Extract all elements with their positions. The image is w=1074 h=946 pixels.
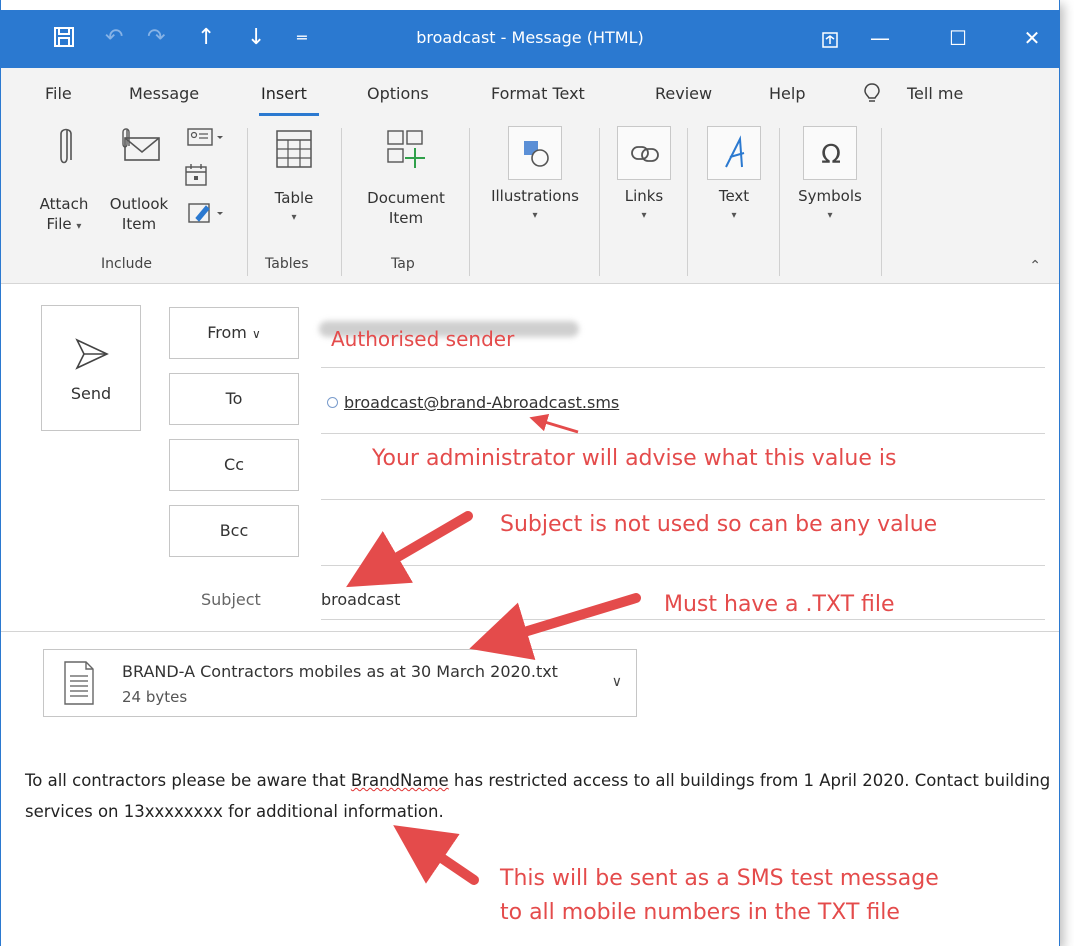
tab-message[interactable]: Message: [129, 84, 199, 103]
bcc-button[interactable]: Bcc: [169, 505, 299, 557]
minimize-icon[interactable]: —: [857, 20, 903, 56]
tell-me-search[interactable]: Tell me: [907, 84, 963, 103]
text-file-icon: [64, 661, 94, 705]
close-icon[interactable]: ✕: [1009, 20, 1055, 56]
cc-button[interactable]: Cc: [169, 439, 299, 491]
svg-text:Ω: Ω: [821, 140, 841, 170]
shapes-icon: [524, 141, 549, 167]
illustrations-label: Illustrations: [491, 187, 579, 205]
tab-options[interactable]: Options: [367, 84, 429, 103]
send-icon: [75, 338, 109, 370]
from-field-line: [321, 367, 1045, 368]
lightbulb-icon[interactable]: [863, 82, 881, 109]
table-label: Table: [274, 189, 314, 207]
group-separator: [247, 128, 248, 276]
text-label: Text: [718, 187, 750, 205]
calendar-button[interactable]: [181, 162, 211, 188]
attachment-name: BRAND-A Contractors mobiles as at 30 Mar…: [122, 662, 558, 681]
group-separator: [599, 128, 600, 276]
attachment-divider: [1, 631, 1059, 632]
bcc-field-line: [321, 565, 1045, 566]
attachment-size: 24 bytes: [122, 688, 188, 706]
body-brand-name: BrandName: [350, 771, 449, 790]
links-icon-box[interactable]: [617, 126, 671, 180]
outlook-item-label-2: Item: [121, 215, 157, 233]
outlook-item-button[interactable]: Outlook Item: [97, 124, 181, 234]
subject-input[interactable]: broadcast: [321, 590, 400, 609]
tab-file[interactable]: File: [45, 84, 72, 103]
ribbon-tabs: File Message Insert Options Format Text …: [1, 68, 1059, 116]
group-separator: [341, 128, 342, 276]
document-item-label-1: Document: [367, 189, 445, 207]
links-label: Links: [624, 187, 664, 205]
attach-file-button[interactable]: Attach File ▾: [31, 124, 97, 237]
table-button[interactable]: Table ▾: [261, 128, 327, 228]
omega-icon: Ω: [821, 140, 841, 170]
annotation-body-note-2: to all mobile numbers in the TXT file: [500, 900, 900, 925]
from-button[interactable]: From ∨: [169, 307, 299, 359]
tab-help[interactable]: Help: [769, 84, 805, 103]
annotation-subject-note: Subject is not used so can be any value: [500, 512, 938, 537]
group-separator: [881, 128, 882, 276]
tab-format-text[interactable]: Format Text: [491, 84, 585, 103]
to-recipient[interactable]: broadcast@brand-Abroadcast.sms: [327, 393, 619, 412]
business-card-button[interactable]: [181, 126, 231, 148]
envelope-attach-icon: [122, 128, 160, 161]
group-separator: [687, 128, 688, 276]
document-item-button[interactable]: Document Item: [353, 128, 459, 228]
text-icon-box[interactable]: [707, 126, 761, 180]
from-value: Authorised sender: [331, 327, 515, 351]
from-label: From: [207, 323, 247, 342]
calendar-icon: [185, 164, 207, 186]
group-label-tap: Tap: [391, 256, 415, 272]
message-body[interactable]: To all contractors please be aware that …: [25, 765, 1055, 827]
document-item-label-2: Item: [388, 209, 424, 227]
illustrations-icon-box[interactable]: [508, 126, 562, 180]
title-bar: ↶ ↷ ↑ ↓ ═ broadcast - Message (HTML) — ☐…: [1, 10, 1059, 68]
group-separator: [779, 128, 780, 276]
collapse-ribbon-icon[interactable]: ⌃: [1029, 258, 1041, 274]
link-icon: [631, 146, 659, 162]
annotation-body-note-1: This will be sent as a SMS test message: [500, 866, 939, 891]
send-button[interactable]: Send: [41, 305, 141, 431]
symbols-icon-box[interactable]: Ω: [803, 126, 857, 180]
to-button[interactable]: To: [169, 373, 299, 425]
to-address: broadcast@brand-Abroadcast.sms: [344, 393, 620, 412]
subject-label: Subject: [201, 590, 261, 609]
send-label: Send: [70, 384, 112, 403]
illustrations-button[interactable]: Illustrations ▾: [479, 186, 591, 226]
attachment-menu-chevron-icon[interactable]: ∨: [612, 674, 622, 690]
outlook-item-label-1: Outlook: [109, 195, 169, 213]
cc-field-line: [321, 499, 1045, 500]
chevron-down-icon: ∨: [251, 327, 261, 341]
compose-area: Send From ∨ Authorised sender To broadca…: [1, 285, 1059, 946]
signature-icon: [188, 203, 223, 223]
paperclip-icon: [60, 128, 72, 164]
attach-file-label-2: File: [46, 215, 72, 233]
symbols-button[interactable]: Symbols ▾: [787, 186, 873, 226]
group-label-tables: Tables: [265, 256, 309, 272]
symbols-label: Symbols: [798, 187, 862, 205]
to-field-line: [321, 433, 1045, 434]
business-card-icon: [187, 128, 223, 146]
signature-button[interactable]: [181, 200, 231, 226]
attach-file-label-1: Attach: [39, 195, 89, 213]
maximize-icon[interactable]: ☐: [935, 20, 981, 56]
group-separator: [469, 128, 470, 276]
text-button[interactable]: Text ▾: [701, 186, 767, 226]
body-text-1: To all contractors please be aware that: [25, 771, 351, 790]
presence-icon: [327, 397, 338, 408]
annotation-to-note: Your administrator will advise what this…: [372, 446, 897, 471]
tab-review[interactable]: Review: [655, 84, 712, 103]
document-item-icon: [387, 130, 425, 168]
ribbon: Attach File ▾ Outlook Item Include Table…: [1, 116, 1059, 284]
annotation-attach-note: Must have a .TXT file: [664, 592, 895, 617]
group-label-include: Include: [101, 256, 152, 272]
attachment-chip[interactable]: BRAND-A Contractors mobiles as at 30 Mar…: [43, 649, 637, 717]
text-box-icon: [725, 135, 745, 168]
ribbon-display-icon[interactable]: [807, 20, 853, 56]
links-button[interactable]: Links ▾: [609, 186, 679, 226]
tab-insert[interactable]: Insert: [261, 84, 307, 103]
table-icon: [276, 130, 312, 168]
